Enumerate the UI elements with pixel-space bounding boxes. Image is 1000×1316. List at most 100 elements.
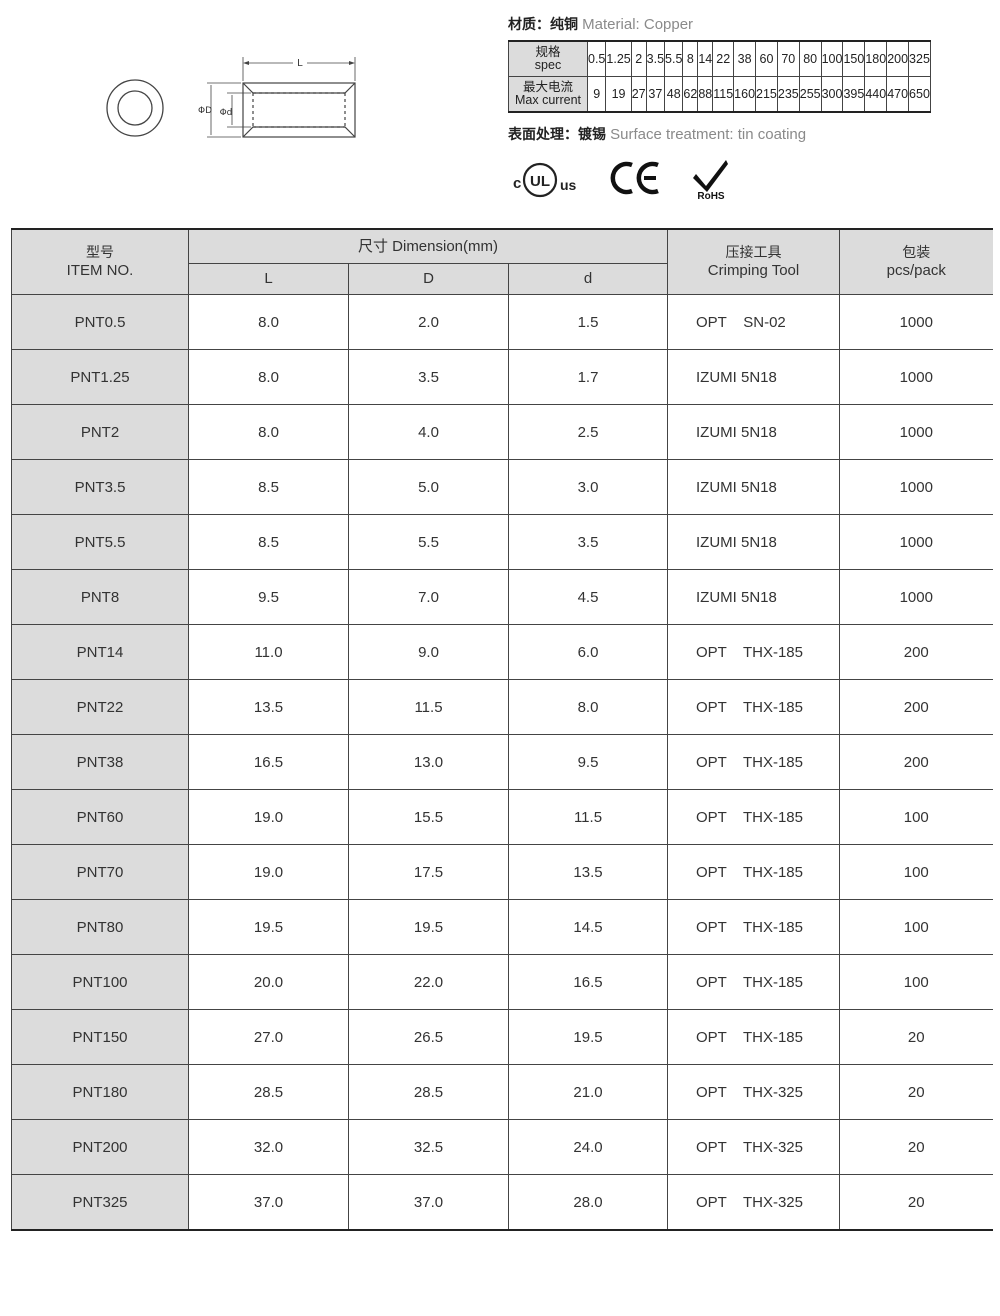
cell-l: 19.0 bbox=[188, 844, 349, 900]
cell-item: PNT100 bbox=[11, 954, 189, 1010]
cell-pack: 200 bbox=[839, 624, 993, 680]
cell-pack: 1000 bbox=[839, 569, 993, 625]
material-line: 材质：纯铜 Material: Copper bbox=[508, 14, 693, 34]
cell-item: PNT70 bbox=[11, 844, 189, 900]
spec-cell: 2 bbox=[630, 40, 647, 77]
cell-l: 16.5 bbox=[188, 734, 349, 790]
cell-d: 5.0 bbox=[348, 459, 509, 515]
cell-tool: OPT THX-185 bbox=[667, 844, 840, 900]
cell-d-inner: 3.5 bbox=[508, 514, 668, 570]
cell-pack: 20 bbox=[839, 1119, 993, 1175]
ul-c-text: c bbox=[513, 175, 521, 192]
table-row: PNT1.25 8.0 3.5 1.7 IZUMI 5N18 1000 bbox=[11, 349, 993, 405]
cell-pack: 20 bbox=[839, 1009, 993, 1065]
cell-tool: OPT THX-185 bbox=[667, 624, 840, 680]
end-view-icon bbox=[106, 79, 164, 137]
cell-d: 9.0 bbox=[348, 624, 509, 680]
table-row: PNT80 19.5 19.5 14.5 OPT THX-185 100 bbox=[11, 899, 993, 955]
cell-pack: 200 bbox=[839, 734, 993, 790]
dim-D-label: ΦD bbox=[198, 106, 212, 116]
cell-item: PNT5.5 bbox=[11, 514, 189, 570]
table-row: PNT180 28.5 28.5 21.0 OPT THX-325 20 bbox=[11, 1064, 993, 1120]
spec-header: 规格 spec bbox=[508, 40, 588, 77]
cell-d-inner: 28.0 bbox=[508, 1174, 668, 1231]
cell-d: 4.0 bbox=[348, 404, 509, 460]
material-label-zh: 材质：纯铜 bbox=[508, 17, 578, 33]
cell-l: 8.0 bbox=[188, 294, 349, 350]
table-row: PNT200 32.0 32.5 24.0 OPT THX-325 20 bbox=[11, 1119, 993, 1175]
cell-item: PNT14 bbox=[11, 624, 189, 680]
spec-header-en: spec bbox=[534, 58, 562, 72]
cell-d-inner: 2.5 bbox=[508, 404, 668, 460]
current-cell: 440 bbox=[864, 76, 888, 113]
dim-d-header: d bbox=[508, 263, 668, 295]
cell-pack: 1000 bbox=[839, 349, 993, 405]
cell-d: 11.5 bbox=[348, 679, 509, 735]
cell-tool: OPT THX-185 bbox=[667, 899, 840, 955]
dimension-header: 尺寸 Dimension(mm) bbox=[188, 228, 668, 264]
table-row: PNT3.5 8.5 5.0 3.0 IZUMI 5N18 1000 bbox=[11, 459, 993, 515]
cell-l: 13.5 bbox=[188, 679, 349, 735]
table-row: PNT14 11.0 9.0 6.0 OPT THX-185 200 bbox=[11, 624, 993, 680]
cell-d: 22.0 bbox=[348, 954, 509, 1010]
cell-d: 2.0 bbox=[348, 294, 509, 350]
table-row: PNT5.5 8.5 5.5 3.5 IZUMI 5N18 1000 bbox=[11, 514, 993, 570]
cell-d-inner: 19.5 bbox=[508, 1009, 668, 1065]
spec-cell: 325 bbox=[908, 40, 931, 77]
cell-l: 37.0 bbox=[188, 1174, 349, 1231]
spec-row: 规格 spec 0.5 1.25 2 3.5 5.5 8 14 22 38 60 70 80 100 15… bbox=[508, 40, 931, 77]
spec-cell: 38 bbox=[733, 40, 757, 77]
dim-d-label: Φd bbox=[220, 108, 233, 118]
current-cell: 37 bbox=[645, 76, 666, 113]
current-cell: 115 bbox=[712, 76, 735, 113]
surface-label-en: Surface treatment: tin coating bbox=[610, 126, 807, 143]
current-cell: 255 bbox=[798, 76, 822, 113]
surface-line: 表面处理：镀锡 Surface treatment: tin coating bbox=[508, 124, 806, 144]
current-cell: 395 bbox=[842, 76, 866, 113]
cell-d: 3.5 bbox=[348, 349, 509, 405]
cell-item: PNT0.5 bbox=[11, 294, 189, 350]
spec-cell: 200 bbox=[886, 40, 910, 77]
current-cell: 19 bbox=[605, 76, 632, 113]
table-row: PNT2 8.0 4.0 2.5 IZUMI 5N18 1000 bbox=[11, 404, 993, 460]
current-header: 最大电流 Max current bbox=[508, 76, 588, 113]
current-row: 最大电流 Max current 9 19 27 37 48 62 88 115 160 215 2… bbox=[508, 76, 931, 113]
cell-item: PNT150 bbox=[11, 1009, 189, 1065]
current-cell: 88 bbox=[697, 76, 714, 113]
cell-d: 19.5 bbox=[348, 899, 509, 955]
terminal-drawing: L ΦD Φd bbox=[106, 57, 356, 138]
cell-d-inner: 6.0 bbox=[508, 624, 668, 680]
crimping-tool-header: 压接工具 Crimping Tool bbox=[667, 228, 840, 295]
cell-item: PNT325 bbox=[11, 1174, 189, 1231]
cell-tool: OPT THX-185 bbox=[667, 789, 840, 845]
current-cell: 300 bbox=[820, 76, 844, 113]
dim-L-header: L bbox=[188, 263, 349, 295]
cell-d-inner: 13.5 bbox=[508, 844, 668, 900]
cell-pack: 20 bbox=[839, 1174, 993, 1231]
cell-l: 11.0 bbox=[188, 624, 349, 680]
cell-tool: IZUMI 5N18 bbox=[667, 459, 840, 515]
spec-cell: 1.25 bbox=[605, 40, 632, 77]
cell-pack: 100 bbox=[839, 954, 993, 1010]
current-header-en: Max current bbox=[515, 93, 581, 107]
current-cell: 48 bbox=[664, 76, 684, 113]
spec-cell: 8 bbox=[682, 40, 699, 77]
cul-us-logo: c UL us bbox=[513, 162, 577, 198]
cell-tool: OPT THX-185 bbox=[667, 679, 840, 735]
cell-tool: IZUMI 5N18 bbox=[667, 349, 840, 405]
material-label-en: Material: Copper bbox=[582, 16, 694, 33]
rohs-logo: RoHS bbox=[693, 160, 728, 202]
cell-tool: OPT THX-325 bbox=[667, 1174, 840, 1231]
cell-tool: OPT THX-185 bbox=[667, 954, 840, 1010]
current-cell: 160 bbox=[733, 76, 757, 113]
cell-item: PNT80 bbox=[11, 899, 189, 955]
cell-l: 27.0 bbox=[188, 1009, 349, 1065]
table-row: PNT70 19.0 17.5 13.5 OPT THX-185 100 bbox=[11, 844, 993, 900]
current-cell: 235 bbox=[776, 76, 800, 113]
current-cell: 9 bbox=[586, 76, 607, 113]
product-table-body: PNT0.5 8.0 2.0 1.5 OPT SN-02 1000 PNT1.25 8.0 3.… bbox=[11, 294, 993, 1231]
cell-pack: 1000 bbox=[839, 404, 993, 460]
table-row: PNT22 13.5 11.5 8.0 OPT THX-185 200 bbox=[11, 679, 993, 735]
cell-item: PNT1.25 bbox=[11, 349, 189, 405]
crimping-tool-header-en: Crimping Tool bbox=[707, 262, 800, 279]
